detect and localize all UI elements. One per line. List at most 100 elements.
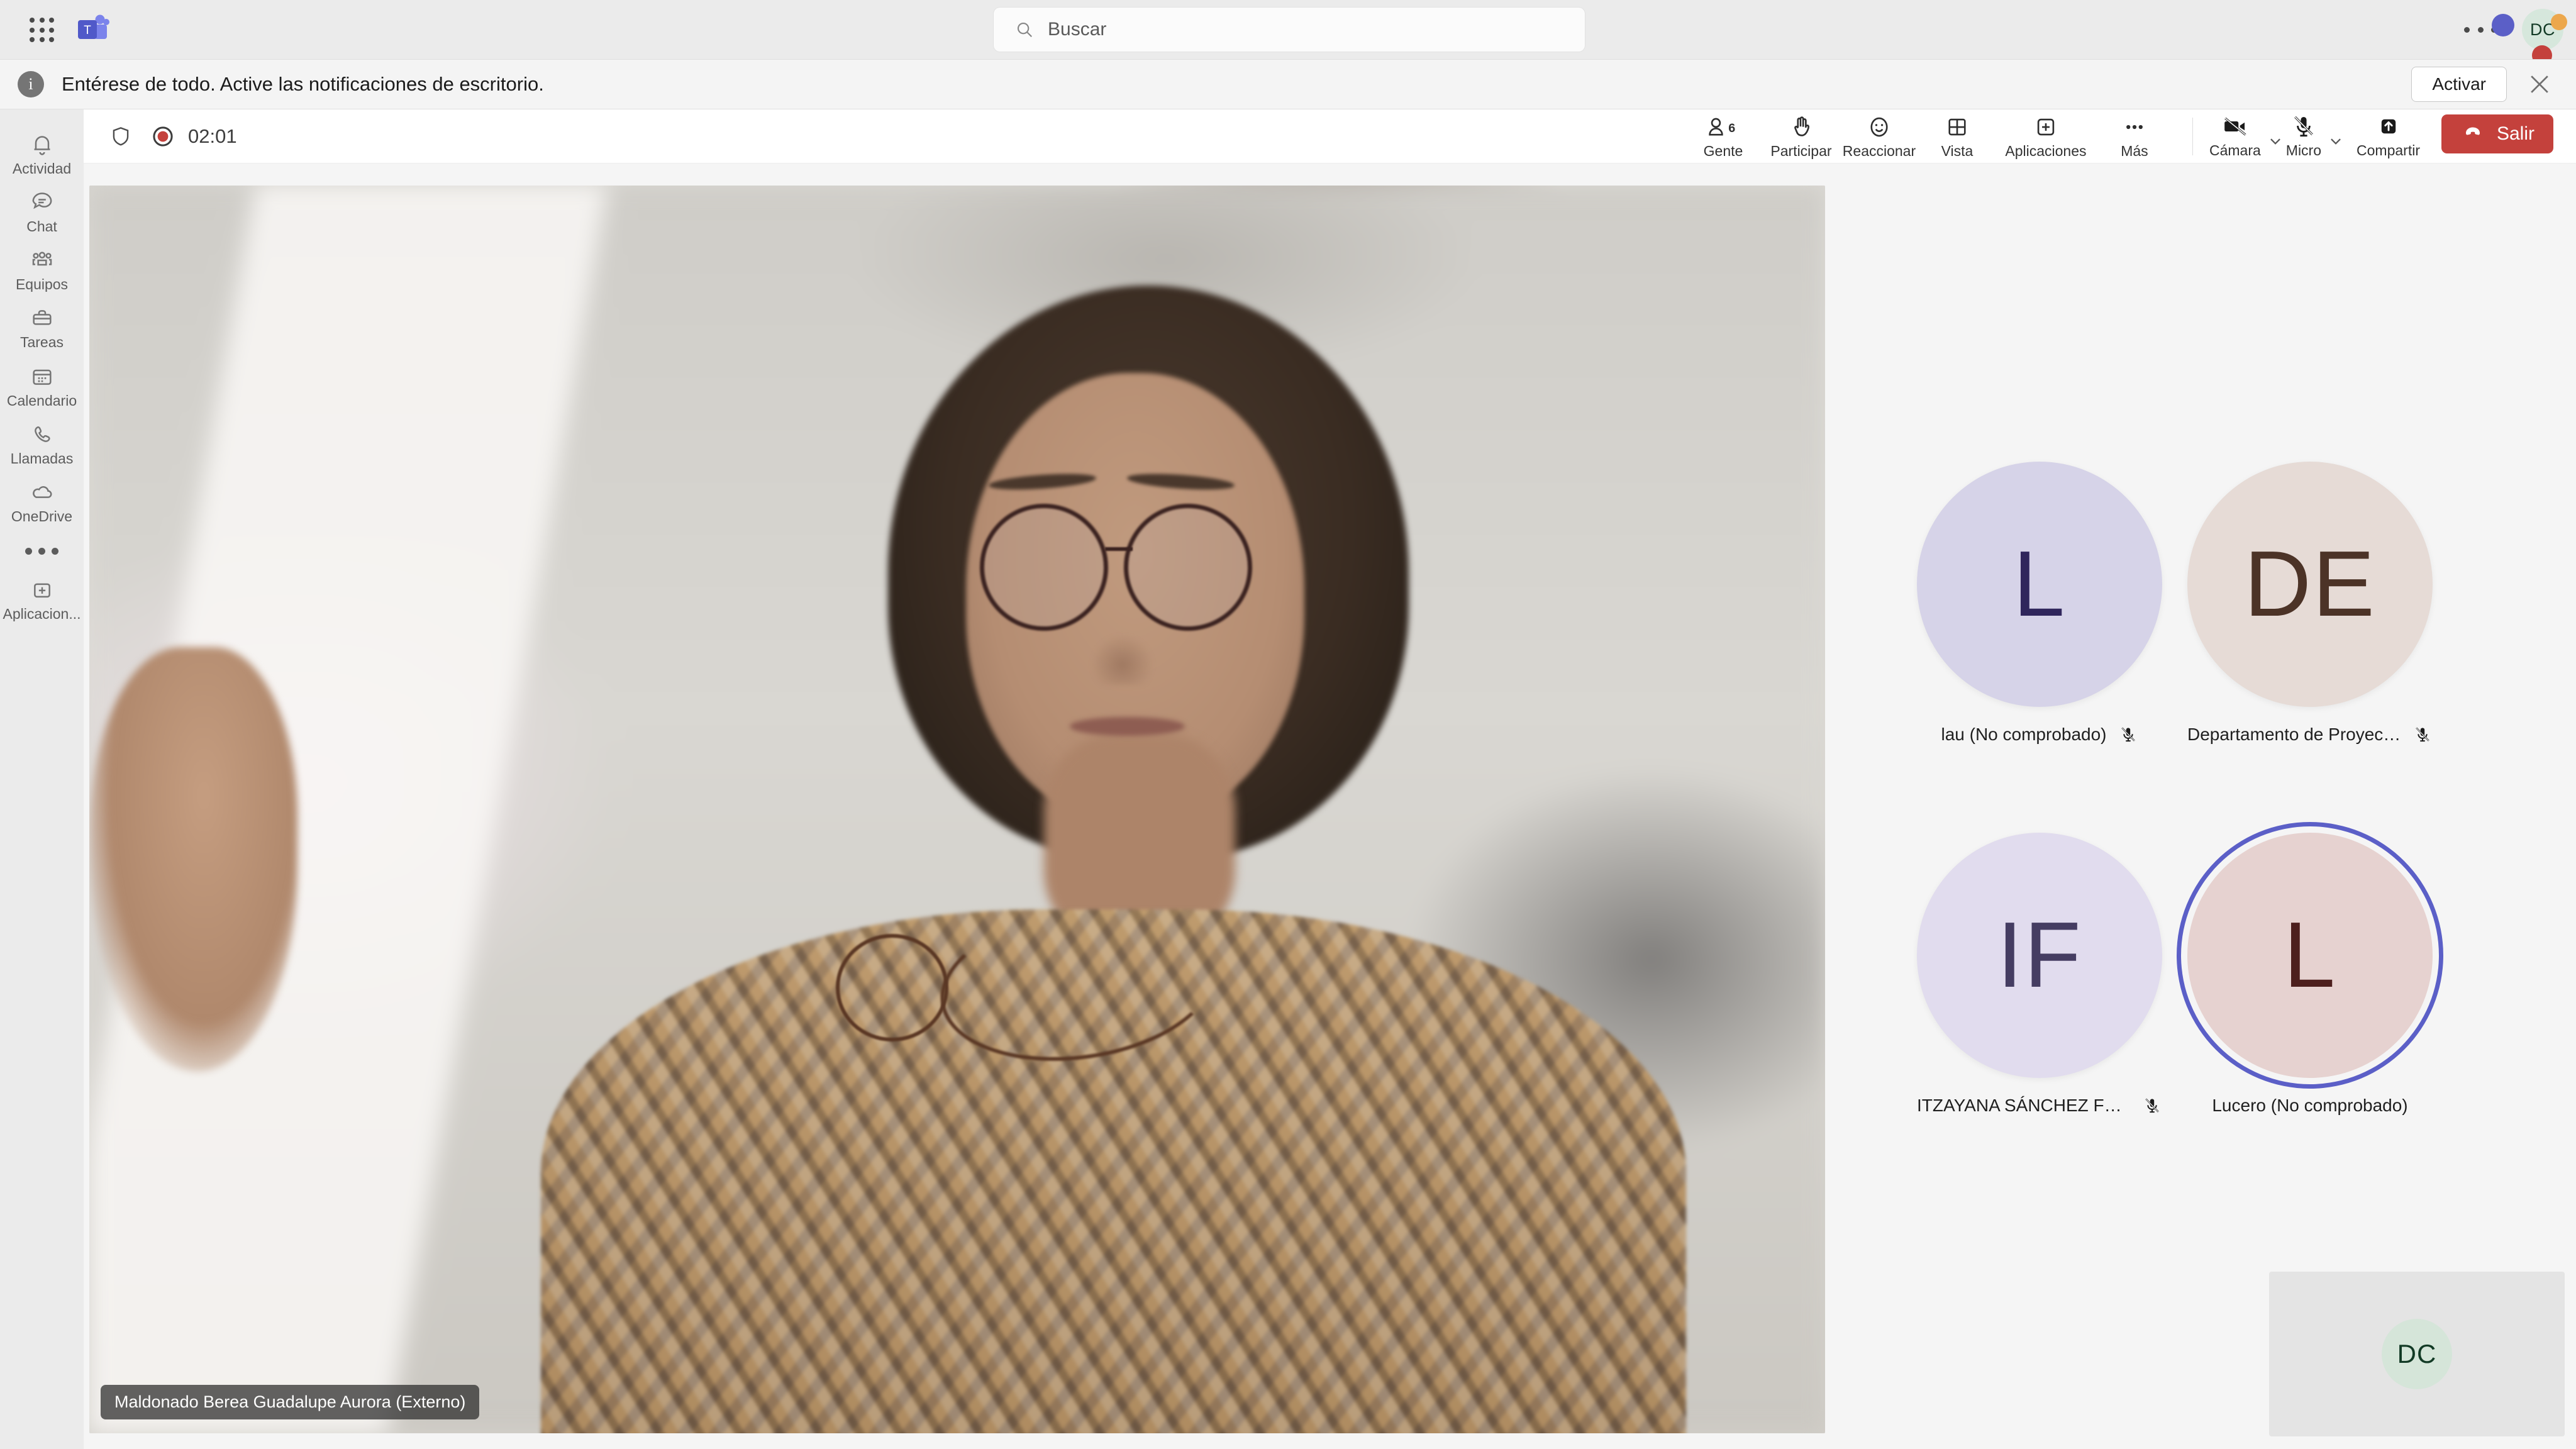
sidebar-item-actividad[interactable]: Actividad <box>0 123 84 181</box>
banner-actions: Activar <box>2411 67 2576 102</box>
sidebar-item-llamadas[interactable]: Llamadas <box>0 413 84 471</box>
recording-icon[interactable] <box>152 125 174 148</box>
react-button[interactable]: Reaccionar <box>1840 113 1918 160</box>
raise-hand-button[interactable]: Participar <box>1762 113 1840 160</box>
mic-off-icon <box>2142 1096 2162 1116</box>
grid-view-icon <box>1944 114 1970 140</box>
video-name-label: Maldonado Berea Guadalupe Aurora (Extern… <box>101 1385 480 1419</box>
camera-chevron-down-icon[interactable] <box>2265 130 2286 152</box>
share-screen-button[interactable]: Compartir <box>2357 113 2420 159</box>
participant-name: lau (No comprobado) <box>1941 724 2107 744</box>
mic-off-icon <box>2290 113 2317 140</box>
title-bar: T Buscar DC <box>0 0 2576 65</box>
camera-label: Cámara <box>2209 142 2261 158</box>
avatar: DC <box>2382 1319 2452 1389</box>
mic-off-icon <box>2118 724 2138 745</box>
share-control-group: Compartir <box>2357 113 2420 159</box>
sidebar-item-calendario[interactable]: Calendario <box>0 355 84 413</box>
more-dot <box>38 547 45 555</box>
apps-button[interactable]: Aplicaciones <box>1996 113 2096 160</box>
avatar-initials: DE <box>2244 532 2376 636</box>
close-icon[interactable] <box>2526 70 2553 98</box>
avatar: DE <box>2187 462 2433 707</box>
app-launcher-waffle-icon[interactable] <box>28 16 57 45</box>
react-button-label: Reaccionar <box>1842 143 1916 159</box>
plus-box-icon <box>2033 114 2059 140</box>
info-icon: i <box>18 71 44 97</box>
video-person-glasses-left <box>979 503 1109 631</box>
self-view-tile[interactable]: DC <box>2269 1272 2565 1436</box>
meeting-stage: 02:01 6 Gente Participar Reaccionar Vist… <box>84 109 2576 1449</box>
view-button[interactable]: Vista <box>1918 113 1996 160</box>
smiley-icon <box>1866 114 1892 140</box>
meeting-timer: 02:01 <box>188 125 237 147</box>
leave-button-label: Salir <box>2496 123 2534 144</box>
sidebar-more-icon[interactable] <box>25 529 58 569</box>
waffle-dot <box>30 18 35 23</box>
meeting-toolbar-right: Cámara Micro Compartir Salir <box>2209 113 2576 159</box>
avatar-initials: IF <box>1997 903 2082 1007</box>
video-person-glasses-right <box>1123 503 1253 631</box>
decorative-blue-dot <box>2492 14 2514 36</box>
sidebar-item-onedrive[interactable]: OneDrive <box>0 471 84 529</box>
meeting-toolbar: 02:01 6 Gente Participar Reaccionar Vist… <box>84 109 2576 164</box>
more-button[interactable]: Más <box>2096 113 2174 160</box>
left-navigation-rail: Actividad Chat Equipos Tareas Calendario… <box>0 109 84 1449</box>
shield-icon[interactable] <box>109 124 133 149</box>
sidebar-item-label: Equipos <box>15 277 69 292</box>
apps-button-label: Aplicaciones <box>2005 143 2087 159</box>
camera-off-icon <box>2221 113 2250 140</box>
teams-logo-icon: T <box>77 14 109 45</box>
waffle-dot <box>49 18 55 23</box>
search-input[interactable]: Buscar <box>994 8 1585 52</box>
leave-meeting-button[interactable]: Salir <box>2441 114 2553 153</box>
sidebar-item-label: Aplicacion... <box>3 606 81 622</box>
participant-name: Departamento de Proyecto... <box>2187 724 2401 744</box>
sidebar-item-label: Chat <box>26 219 57 235</box>
waffle-dot <box>49 27 55 33</box>
participant-tile-active-speaker[interactable]: L Lucero (No comprobado) <box>2187 833 2433 1166</box>
svg-text:T: T <box>84 24 91 37</box>
tasks-icon <box>28 306 56 331</box>
avatar-initials: L <box>2012 532 2067 636</box>
raise-hand-button-label: Participar <box>1770 143 1832 159</box>
participant-tile[interactable]: L lau (No comprobado) <box>1917 462 2162 795</box>
mic-control-group: Micro <box>2286 113 2346 159</box>
participant-tile[interactable]: IF ITZAYANA SÁNCHEZ FUEN... <box>1917 833 2162 1166</box>
share-label: Compartir <box>2357 142 2420 158</box>
search-bar[interactable]: Buscar <box>994 8 1585 52</box>
participant-name-row: Departamento de Proyecto... <box>2187 724 2433 745</box>
participant-grid: L lau (No comprobado) DE Departamento de… <box>1917 462 2433 1166</box>
sidebar-item-aplicaciones[interactable]: Aplicacion... <box>0 569 84 626</box>
toolbar-divider <box>2192 117 2193 155</box>
more-dot <box>25 547 32 555</box>
video-person-necklace-ring <box>835 934 949 1041</box>
avatar: L <box>1917 462 2162 707</box>
sidebar-item-label: Tareas <box>19 335 64 350</box>
user-avatar[interactable]: DC <box>2492 9 2567 65</box>
mic-toggle-button[interactable]: Micro <box>2286 113 2321 159</box>
camera-control-group: Cámara <box>2209 113 2286 159</box>
cloud-icon <box>28 480 56 505</box>
main-video-tile[interactable]: Maldonado Berea Guadalupe Aurora (Extern… <box>89 186 1825 1433</box>
banner-message: Entérese de todo. Active las notificacio… <box>62 73 544 95</box>
video-person-mouth <box>1070 717 1185 736</box>
people-button[interactable]: 6 Gente <box>1684 113 1762 160</box>
mic-off-icon <box>2412 724 2433 745</box>
people-icon <box>28 248 56 273</box>
sidebar-item-equipos[interactable]: Equipos <box>0 239 84 297</box>
participant-tile[interactable]: DE Departamento de Proyecto... <box>2187 462 2433 795</box>
avatar: IF <box>1917 833 2162 1078</box>
mic-chevron-down-icon[interactable] <box>2325 130 2346 152</box>
avatar-initials: L <box>2283 903 2337 1007</box>
waffle-dot <box>39 37 45 43</box>
camera-toggle-button[interactable]: Cámara <box>2209 113 2261 159</box>
more-dot <box>2464 26 2470 33</box>
sidebar-item-tareas[interactable]: Tareas <box>0 297 84 355</box>
waffle-dot <box>30 37 35 43</box>
sidebar-item-chat[interactable]: Chat <box>0 181 84 239</box>
activate-notifications-button[interactable]: Activar <box>2411 67 2507 102</box>
waffle-dot <box>49 37 55 43</box>
participant-name-row: lau (No comprobado) <box>1941 724 2138 745</box>
waffle-dot <box>30 27 35 33</box>
